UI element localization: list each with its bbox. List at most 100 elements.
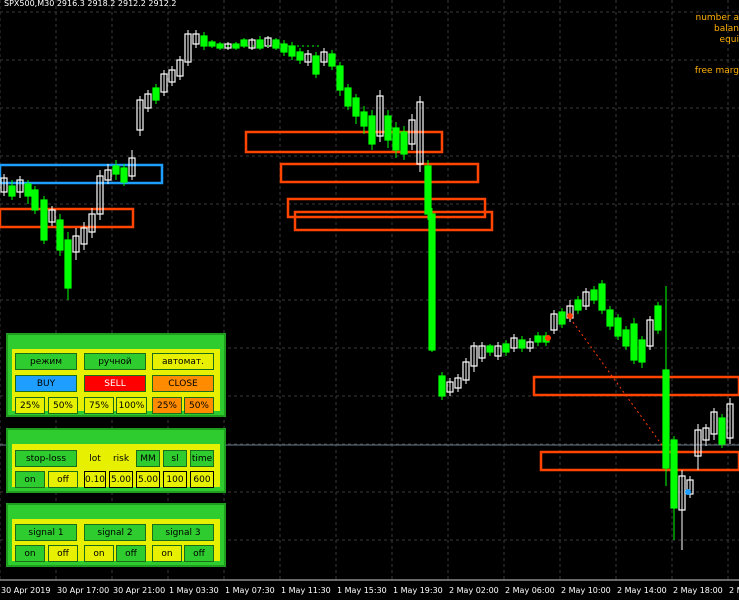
candle-body — [392, 127, 400, 151]
candle-body — [622, 329, 630, 347]
candle-body — [558, 311, 566, 325]
time-axis-label: 1 May 11:30 — [281, 586, 331, 595]
candle-body — [352, 97, 360, 117]
candle-body — [614, 317, 622, 337]
zones-layer — [0, 130, 739, 472]
stoploss-on-button[interactable]: on — [15, 471, 45, 488]
candle-body — [120, 167, 128, 183]
candle-body — [40, 199, 48, 241]
candle-body — [718, 417, 726, 445]
price-zone — [532, 375, 739, 397]
signal-1-on-button[interactable]: on — [15, 545, 45, 562]
candle-body — [336, 65, 344, 91]
time-axis-label: 2 May 02:00 — [449, 586, 499, 595]
candle-body — [328, 53, 336, 67]
candle-body — [272, 39, 280, 49]
chart-grid — [0, 0, 739, 580]
candle-body — [384, 115, 392, 141]
manual-mode-button[interactable]: ручной — [84, 353, 146, 370]
sell-75-button[interactable]: 75% — [84, 397, 114, 414]
signal-2-on-button[interactable]: on — [84, 545, 114, 562]
mode-label: режим — [15, 353, 77, 370]
candle-body — [280, 43, 288, 53]
time-axis-label: 1 May 15:30 — [337, 586, 387, 595]
close-button[interactable]: CLOSE — [152, 375, 214, 392]
trade-marker — [685, 489, 691, 495]
time-button[interactable]: time — [190, 450, 214, 467]
candle-body — [424, 165, 432, 215]
candle-body — [368, 115, 376, 145]
candle-body — [534, 335, 542, 343]
sell-100-button[interactable]: 100% — [116, 397, 147, 414]
candle-body — [428, 213, 436, 351]
candle-body — [152, 87, 160, 101]
time-axis-label: 1 May 07:30 — [225, 586, 275, 595]
sl-button[interactable]: sl — [163, 450, 187, 467]
candle-body — [574, 299, 582, 311]
price-zone — [0, 163, 164, 185]
close-25-button[interactable]: 25% — [152, 397, 182, 414]
time-axis-label: 2 May 06:00 — [505, 586, 555, 595]
price-zone — [539, 450, 739, 472]
time-axis-label: 2 May 14:00 — [617, 586, 667, 595]
price-zone — [293, 210, 494, 232]
candle-body — [56, 219, 64, 251]
candle-body — [8, 185, 16, 197]
candle-body — [638, 339, 646, 363]
time-axis-label: 2 May 18:00 — [673, 586, 723, 595]
trade-marker — [567, 313, 573, 319]
candle-body — [256, 39, 264, 49]
sell-button[interactable]: SELL — [84, 375, 146, 392]
candle-body — [200, 35, 208, 47]
account-balance-label: balan — [714, 24, 739, 34]
time-axis-label: 30 Apr 17:00 — [57, 586, 109, 595]
candle-body — [662, 369, 670, 469]
signal-3-on-button[interactable]: on — [152, 545, 182, 562]
candle-body — [486, 345, 494, 353]
candle-body — [400, 131, 408, 155]
buy-50-button[interactable]: 50% — [48, 397, 78, 414]
candle-body — [24, 183, 32, 197]
candle-body — [112, 165, 120, 175]
candle-body — [31, 189, 39, 211]
mm-button[interactable]: MM — [136, 450, 160, 467]
price-zone — [279, 162, 480, 184]
candle-body — [654, 305, 662, 331]
buy-25-button[interactable]: 25% — [15, 397, 45, 414]
lot-label: lot — [84, 450, 106, 467]
candle-body — [438, 375, 446, 397]
time-axis-label: 2 May 22 — [729, 586, 739, 595]
time-input[interactable]: 600 — [190, 471, 214, 488]
lot-input[interactable]: 0.10 — [84, 471, 106, 488]
risk-input[interactable]: 5.00 — [109, 471, 133, 488]
time-axis-label: 2 May 10:00 — [561, 586, 611, 595]
time-axis-label: 30 Apr 2019 — [1, 586, 50, 595]
account-equity-label: equi — [720, 35, 739, 45]
sl-input[interactable]: 100 — [163, 471, 187, 488]
candle-body — [502, 343, 510, 353]
signal-3-off-button[interactable]: off — [184, 545, 214, 562]
candle-body — [590, 289, 598, 301]
stoploss-label: stop-loss — [15, 450, 77, 467]
trade-panel: режим ручной автомат. BUY SELL CLOSE 25%… — [6, 333, 226, 417]
risk-label: risk — [109, 450, 133, 467]
signal-2-off-button[interactable]: off — [116, 545, 146, 562]
candle-body — [64, 239, 72, 289]
candle-body — [344, 87, 352, 107]
stoploss-panel: stop-loss lot risk MM sl time on off 0.1… — [6, 428, 226, 493]
time-axis-label: 1 May 03:30 — [169, 586, 219, 595]
auto-mode-button[interactable]: автомат. — [152, 353, 214, 370]
markers-layer — [212, 45, 691, 495]
price-zone — [0, 207, 135, 229]
price-zone — [286, 197, 487, 219]
time-axis-label: 30 Apr 21:00 — [113, 586, 165, 595]
mm-input[interactable]: 5.00 — [136, 471, 160, 488]
signal-1-label: signal 1 — [15, 524, 77, 541]
candle-body — [296, 51, 304, 61]
stoploss-off-button[interactable]: off — [48, 471, 78, 488]
buy-button[interactable]: BUY — [15, 375, 77, 392]
candle-body — [360, 111, 368, 127]
signal-1-off-button[interactable]: off — [48, 545, 78, 562]
close-50-button[interactable]: 50% — [184, 397, 214, 414]
account-free-margin-label: free marg — [695, 66, 739, 76]
